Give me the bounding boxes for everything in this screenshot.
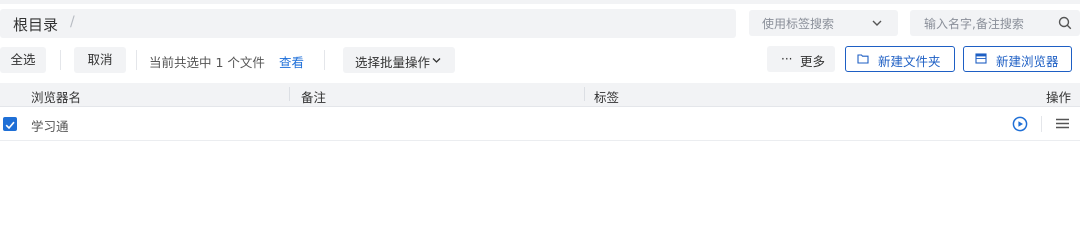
- chevron-down-icon: [432, 58, 441, 63]
- play-icon[interactable]: [1012, 116, 1028, 132]
- toolbar-divider: [136, 50, 137, 70]
- column-header-tags[interactable]: 标签: [594, 87, 619, 106]
- view-link[interactable]: 查看: [279, 52, 304, 71]
- folder-icon: [857, 54, 869, 64]
- top-divider: [0, 0, 1080, 4]
- column-header-note[interactable]: 备注: [301, 87, 326, 106]
- new-folder-label: 新建文件夹: [878, 54, 941, 69]
- column-divider: [289, 87, 290, 101]
- chevron-down-icon: [872, 20, 882, 26]
- new-browser-label: 新建浏览器: [996, 54, 1059, 69]
- check-icon: [5, 121, 15, 130]
- search-placeholder: 输入名字,备注搜索: [924, 17, 1024, 31]
- select-all-button[interactable]: 全选: [0, 47, 46, 73]
- more-label: 更多: [800, 54, 826, 69]
- breadcrumb-root[interactable]: 根目录: [13, 14, 58, 35]
- column-header-actions: 操作: [1046, 90, 1072, 105]
- breadcrumb-separator: /: [70, 14, 75, 30]
- search-icon[interactable]: [1058, 16, 1072, 30]
- row-checkbox[interactable]: [3, 117, 17, 131]
- breadcrumb: [0, 9, 736, 38]
- menu-icon[interactable]: [1055, 117, 1070, 130]
- batch-operations-label: 选择批量操作: [355, 55, 431, 70]
- table-header: [0, 83, 1080, 107]
- column-header-name[interactable]: 浏览器名: [31, 87, 81, 106]
- cancel-button[interactable]: 取消: [74, 47, 126, 73]
- selection-info: 当前共选中 1 个文件: [149, 55, 265, 70]
- tag-search-placeholder: 使用标签搜索: [762, 17, 835, 31]
- browser-window-icon: [975, 53, 987, 64]
- browser-name-cell: 学习通: [31, 119, 69, 134]
- table-row[interactable]: [0, 107, 1080, 141]
- action-divider: [1041, 116, 1042, 132]
- column-divider: [584, 87, 585, 101]
- more-dots-icon: ···: [781, 52, 793, 66]
- toolbar-divider: [60, 50, 61, 70]
- toolbar-divider: [324, 50, 325, 70]
